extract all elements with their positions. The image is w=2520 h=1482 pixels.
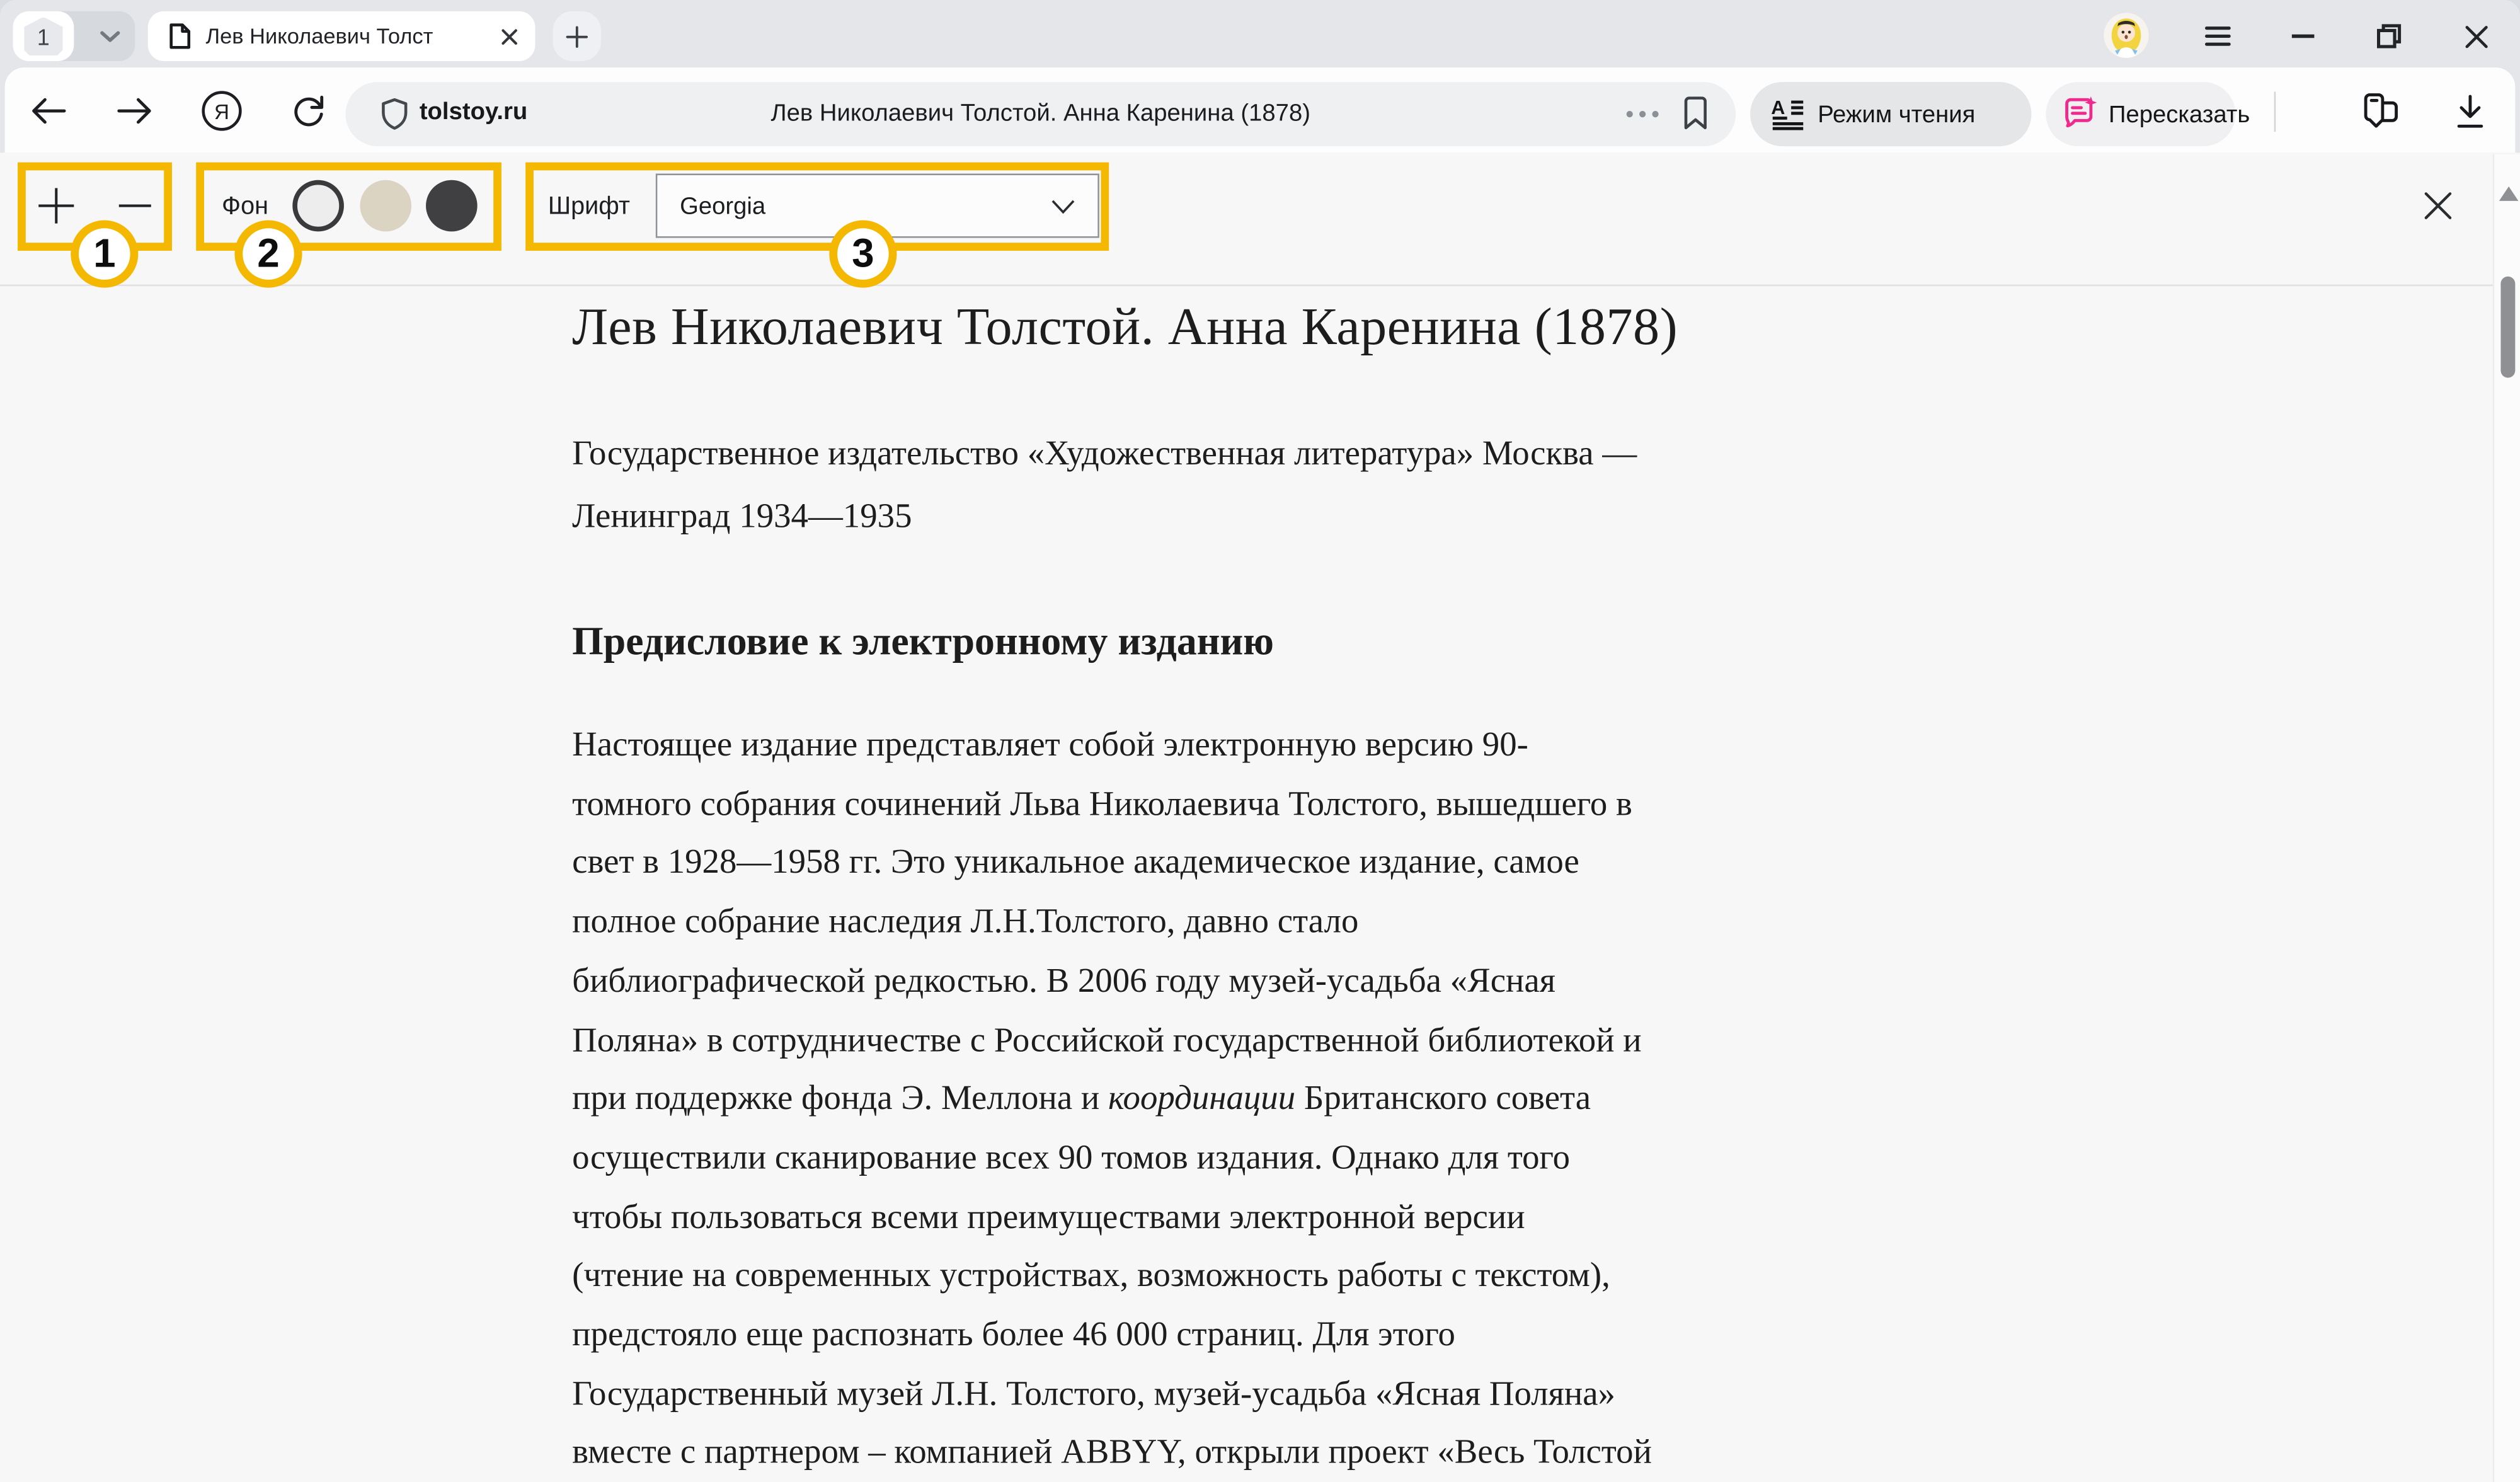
svg-text:Я: Я	[214, 101, 229, 124]
callout-2: 2	[234, 220, 302, 287]
address-bar[interactable]: tolstoy.ru Лев Николаевич Толстой. Анна …	[345, 82, 1736, 146]
retell-sparkle-icon	[2060, 95, 2099, 134]
close-window-button[interactable]	[2449, 0, 2504, 72]
scroll-up-arrow-icon[interactable]	[2499, 187, 2519, 201]
yandex-logo-icon: Я	[201, 90, 243, 132]
browser-menu-button[interactable]	[2191, 0, 2245, 72]
plus-icon	[566, 25, 588, 48]
minimize-icon	[2292, 34, 2315, 39]
collections-icon	[2362, 91, 2399, 130]
reload-icon	[291, 93, 326, 129]
profile-avatar[interactable]	[2104, 13, 2148, 57]
tab-counter-value: 1	[37, 23, 50, 49]
article-subtitle: Государственное издательство «Художестве…	[572, 423, 1637, 546]
new-tab-button[interactable]	[553, 11, 602, 61]
article-section-heading: Предисловие к электронному изданию	[572, 621, 1274, 665]
annotation-box-font	[525, 163, 1109, 251]
chevron-down-icon	[100, 30, 120, 42]
page-title: Лев Николаевич Толстой. Анна Каренина (1…	[571, 100, 1511, 127]
reload-button[interactable]	[288, 90, 329, 132]
navigation-toolbar: Я tolstoy.ru Лев Николаевич Толстой. Анн…	[5, 67, 2516, 152]
close-reading-mode-button[interactable]	[2424, 192, 2453, 221]
restore-window-button[interactable]	[2361, 0, 2415, 72]
callout-1: 1	[71, 220, 138, 287]
tab-title: Лев Николаевич Толст	[206, 24, 500, 48]
callout-2-number: 2	[257, 231, 279, 277]
close-icon	[2465, 25, 2488, 48]
tab-counter-button[interactable]: 1	[13, 11, 74, 61]
active-tab[interactable]: Лев Николаевич Толст	[148, 11, 536, 61]
forward-button[interactable]	[114, 90, 156, 132]
toolbar-divider	[2274, 91, 2276, 132]
tab-close-icon[interactable]	[500, 26, 519, 46]
page-favicon-icon	[169, 23, 192, 50]
more-actions-icon[interactable]	[1627, 111, 1659, 117]
side-panel-button[interactable]	[2359, 90, 2401, 132]
callout-3-number: 3	[852, 231, 874, 277]
tab-bar: 1 Лев Николаевич Толст	[0, 0, 2520, 72]
reading-mode-button[interactable]: А Режим чтения	[1750, 82, 2031, 146]
callout-3: 3	[829, 220, 896, 287]
yandex-button[interactable]: Я	[201, 90, 243, 132]
hamburger-icon	[2205, 26, 2231, 47]
shield-icon[interactable]	[381, 98, 408, 130]
vertical-scrollbar[interactable]	[2493, 154, 2520, 1482]
minimize-button[interactable]	[2276, 0, 2330, 72]
reading-mode-icon: А	[1771, 98, 1805, 130]
download-icon	[2456, 94, 2485, 128]
back-button[interactable]	[27, 90, 69, 132]
downloads-button[interactable]	[2449, 90, 2491, 132]
article-paragraph: Настоящее издание представляет собой эле…	[572, 715, 1652, 1482]
retell-button[interactable]: Пересказать	[2046, 82, 2235, 146]
tab-counter-badge: 1	[24, 17, 62, 55]
browser-window: 1 Лев Николаевич Толст	[0, 0, 2520, 1482]
site-domain[interactable]: tolstoy.ru	[420, 98, 528, 125]
scrollbar-thumb[interactable]	[2500, 277, 2515, 378]
svg-text:А: А	[1771, 98, 1785, 119]
restore-icon	[2376, 24, 2400, 48]
retell-label: Пересказать	[2109, 100, 2250, 127]
bookmark-icon[interactable]	[1683, 96, 1709, 130]
reading-toolbar-divider	[0, 285, 2493, 287]
reading-mode-label: Режим чтения	[1818, 100, 1975, 127]
article-title: Лев Николаевич Толстой. Анна Каренина (1…	[572, 299, 1678, 358]
callout-1-number: 1	[93, 231, 115, 277]
